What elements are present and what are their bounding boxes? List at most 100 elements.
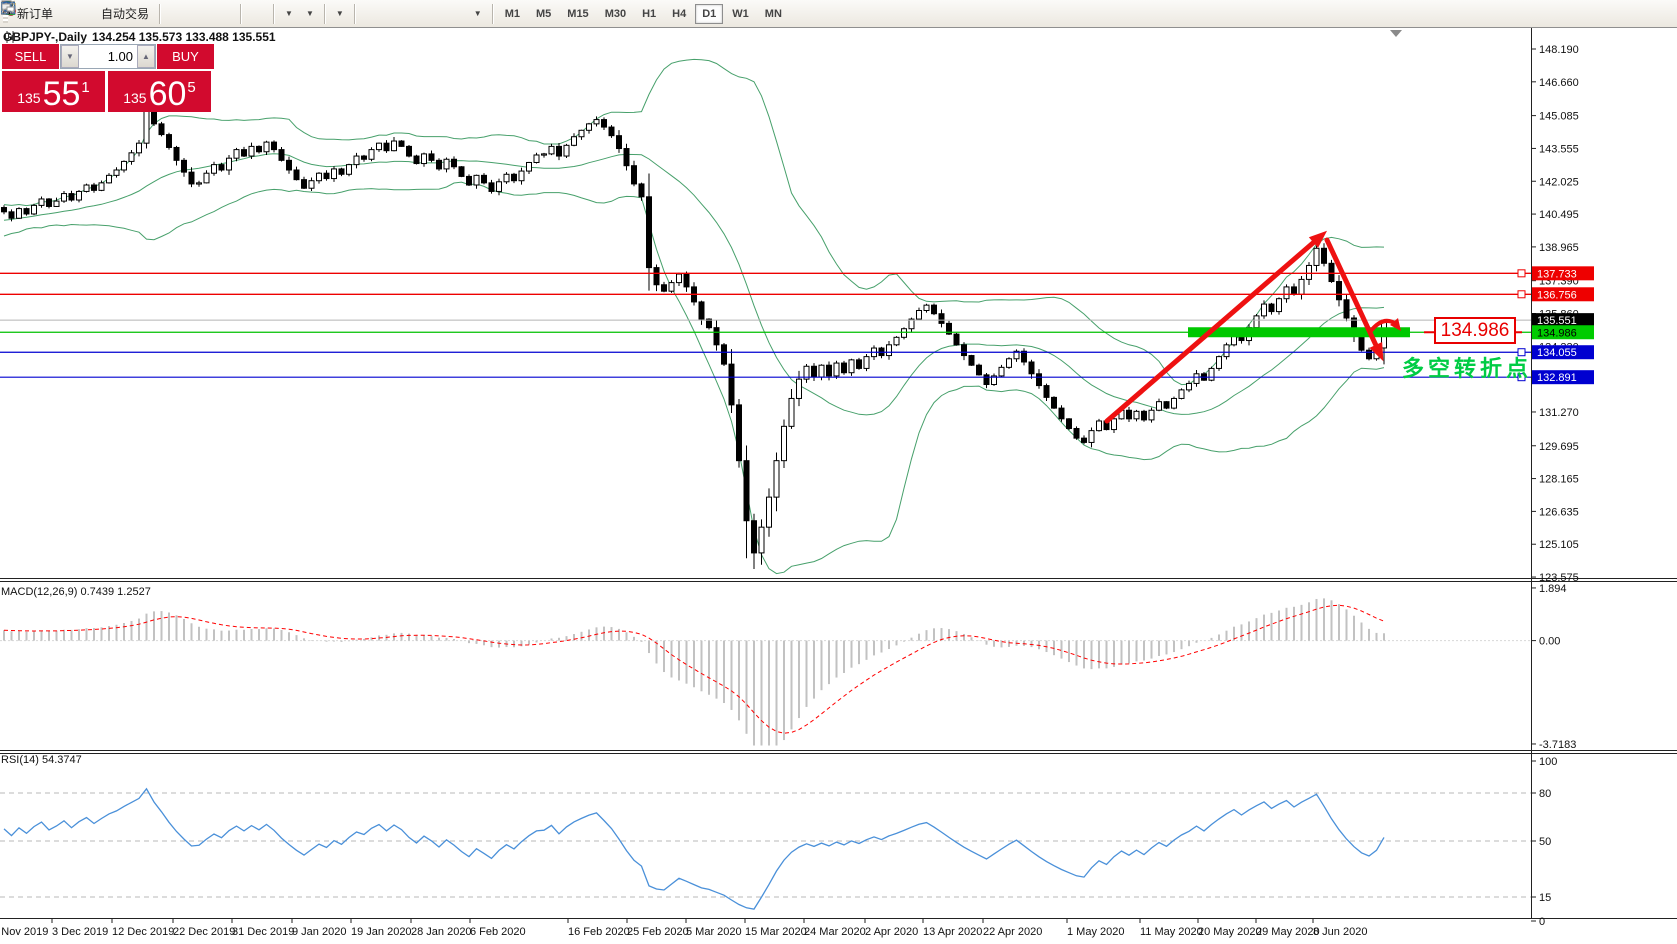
chart-title-icon bbox=[5, 31, 15, 43]
svg-text:29 May 2020: 29 May 2020 bbox=[1256, 926, 1320, 938]
support-zone-rect[interactable] bbox=[1188, 327, 1410, 338]
signals-button[interactable] bbox=[1, 1, 94, 26]
svg-text:143.555: 143.555 bbox=[1539, 143, 1579, 155]
autotrading-button[interactable]: 自动交易 bbox=[1, 0, 154, 26]
chart-ohlc-values: 134.254 135.573 133.488 135.551 bbox=[92, 30, 276, 44]
volume-decrease-button[interactable]: ▼ bbox=[61, 45, 79, 68]
svg-text:137.733: 137.733 bbox=[1537, 268, 1577, 280]
templates-button[interactable]: ▼ bbox=[1, 2, 349, 26]
text-tool-button[interactable]: A bbox=[4, 1, 454, 26]
data-window-button[interactable] bbox=[0, 1, 82, 26]
svg-text:16 Feb 2020: 16 Feb 2020 bbox=[568, 926, 630, 938]
templates-dropdown-caret: ▼ bbox=[335, 9, 344, 18]
volume-input[interactable] bbox=[79, 45, 137, 68]
main-toolbar: 新订单 自动交易 ▼ ▼ ▼ ▼ M1 M5 M15 M30 H1 H4 D1 … bbox=[0, 0, 1677, 28]
periods-dropdown-caret: ▼ bbox=[305, 9, 314, 18]
svg-text:138.965: 138.965 bbox=[1539, 242, 1579, 254]
tab-m30[interactable]: M30 bbox=[598, 4, 633, 24]
tab-m15[interactable]: M15 bbox=[560, 4, 595, 24]
new-order-button[interactable]: 新订单 bbox=[1, 0, 58, 26]
zoom-out-button[interactable] bbox=[2, 2, 223, 26]
svg-text:6 Feb 2020: 6 Feb 2020 bbox=[470, 926, 526, 938]
new-order-label: 新订单 bbox=[17, 7, 54, 21]
zoom-in-button[interactable] bbox=[2, 2, 211, 26]
svg-text:1 May 2020: 1 May 2020 bbox=[1067, 926, 1124, 938]
svg-text:50: 50 bbox=[1539, 836, 1551, 848]
svg-text:132.891: 132.891 bbox=[1537, 372, 1577, 384]
svg-text:11 May 2020: 11 May 2020 bbox=[1140, 926, 1203, 938]
text-label-tool-button[interactable]: T bbox=[1, 2, 466, 26]
svg-text:22 Dec 2019: 22 Dec 2019 bbox=[173, 926, 235, 938]
svg-text:5 Mar 2020: 5 Mar 2020 bbox=[686, 926, 742, 938]
svg-text:126.635: 126.635 bbox=[1539, 506, 1579, 518]
tab-m1[interactable]: M1 bbox=[498, 4, 527, 24]
tab-w1[interactable]: W1 bbox=[725, 4, 756, 24]
new-chart-button[interactable]: ▼ bbox=[1, 1, 298, 26]
svg-text:134.055: 134.055 bbox=[1537, 347, 1577, 359]
macd-indicator-label: MACD(12,26,9) 0.7439 1.2527 bbox=[1, 586, 151, 598]
sell-button[interactable]: SELL bbox=[2, 44, 59, 69]
tab-m5[interactable]: M5 bbox=[529, 4, 558, 24]
chart-shift-button[interactable] bbox=[1, 2, 268, 26]
horizontal-line-tool-button[interactable] bbox=[2, 2, 406, 26]
candlestick-mode-button[interactable] bbox=[2, 1, 187, 26]
svg-text:12 Dec 2019: 12 Dec 2019 bbox=[112, 926, 174, 938]
svg-text:140.495: 140.495 bbox=[1539, 209, 1579, 221]
svg-text:22 Apr 2020: 22 Apr 2020 bbox=[983, 926, 1042, 938]
bid-price-point: 1 bbox=[81, 79, 90, 96]
svg-text:8 Jun 2020: 8 Jun 2020 bbox=[1313, 926, 1367, 938]
volume-stepper: ▼ ▲ bbox=[60, 44, 156, 69]
rsi-indicator-label: RSI(14) 54.3747 bbox=[1, 754, 82, 766]
svg-text:20 May 2020: 20 May 2020 bbox=[1198, 926, 1262, 938]
buy-quote-button[interactable]: 135 60 5 bbox=[108, 71, 211, 112]
periods-button[interactable]: ▼ bbox=[1, 1, 319, 26]
price-callout-134986[interactable]: 134.986 bbox=[1434, 317, 1516, 344]
equidistant-channel-tool-button[interactable]: E bbox=[1, 1, 430, 26]
svg-text:28 Jan 2020: 28 Jan 2020 bbox=[411, 926, 472, 938]
crosshair-tool-button[interactable] bbox=[2, 2, 382, 26]
svg-text:31 Dec 2019: 31 Dec 2019 bbox=[232, 926, 294, 938]
auto-scroll-button[interactable] bbox=[1, 2, 256, 26]
bar-chart-mode-button[interactable] bbox=[2, 2, 175, 26]
tab-h1[interactable]: H1 bbox=[635, 4, 663, 24]
svg-text:9 Jan 2020: 9 Jan 2020 bbox=[292, 926, 346, 938]
tab-mn[interactable]: MN bbox=[758, 4, 789, 24]
candlestick-series bbox=[1, 100, 1387, 569]
svg-text:146.660: 146.660 bbox=[1539, 77, 1579, 89]
bid-price-pips: 55 bbox=[42, 75, 81, 113]
toolbar-separator bbox=[273, 3, 275, 24]
macd-pane bbox=[0, 598, 1531, 746]
vertical-line-tool-button[interactable] bbox=[7, 2, 394, 26]
trendline-tool-button[interactable] bbox=[2, 2, 418, 26]
svg-text:0: 0 bbox=[1539, 916, 1545, 928]
chart-shift-marker[interactable] bbox=[1390, 30, 1402, 37]
ask-price-pips: 60 bbox=[148, 75, 187, 113]
svg-text:15 Mar 2020: 15 Mar 2020 bbox=[745, 926, 807, 938]
svg-text:-3.7183: -3.7183 bbox=[1539, 739, 1576, 751]
toolbar-separator bbox=[323, 3, 325, 24]
fibonacci-tool-button[interactable]: F bbox=[2, 2, 442, 26]
svg-text:0.00: 0.00 bbox=[1539, 636, 1560, 648]
new-chart-dropdown-caret: ▼ bbox=[285, 9, 293, 18]
tile-windows-button[interactable] bbox=[1, 1, 235, 26]
tab-h4[interactable]: H4 bbox=[665, 4, 693, 24]
tab-d1[interactable]: D1 bbox=[695, 3, 724, 24]
turning-point-annotation[interactable]: 多空转折点 bbox=[1402, 351, 1532, 383]
arrows-tool-button[interactable]: ▼ bbox=[6, 2, 487, 26]
market-watch-button[interactable] bbox=[1, 2, 70, 26]
volume-increase-button[interactable]: ▲ bbox=[137, 45, 155, 68]
chart-canvas[interactable]: 148.190 146.660 145.085 143.555 142.025 140.4… bbox=[0, 0, 1677, 944]
line-chart-mode-button[interactable] bbox=[1, 2, 199, 26]
sell-quote-button[interactable]: 135 55 1 bbox=[2, 71, 105, 112]
arrows-dropdown-caret: ▼ bbox=[473, 9, 482, 18]
svg-text:24 Nov 2019: 24 Nov 2019 bbox=[0, 926, 48, 938]
svg-text:15: 15 bbox=[1539, 892, 1551, 904]
cursor-tool-button[interactable] bbox=[4, 2, 370, 26]
trading-platform-window: 新订单 自动交易 ▼ ▼ ▼ ▼ M1 M5 M15 M30 H1 H4 D1 … bbox=[0, 0, 1677, 944]
svg-text:100: 100 bbox=[1539, 756, 1557, 768]
toolbar-separator bbox=[240, 3, 242, 24]
buy-button[interactable]: BUY bbox=[157, 44, 214, 69]
svg-text:134.986: 134.986 bbox=[1537, 327, 1577, 339]
chat-icon[interactable] bbox=[0, 0, 16, 16]
bollinger-bands bbox=[3, 58, 1385, 575]
